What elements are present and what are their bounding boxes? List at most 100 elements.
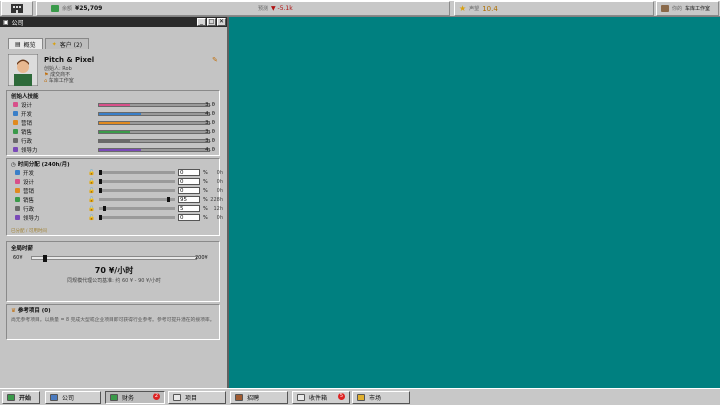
taskbar-label: 开始 [19,395,32,402]
minimize-button[interactable]: _ [197,18,206,26]
taskbar: 开始 公司 财务 2 项目 招聘 收件箱 5 市场 [0,388,720,405]
lock-icon[interactable]: 🔓 [88,188,95,194]
allocation-label: 设计 [23,179,35,186]
allocation-row: 行政 🔒 5 % 12h [15,205,223,213]
skill-bar [98,120,210,125]
cash-icon [51,5,59,12]
percent-sign: % [203,178,208,185]
skill-bar [98,138,210,143]
allocation-input[interactable]: 0 [178,187,200,194]
app-logo-button[interactable] [1,1,33,16]
chart-icon: ▤ [15,40,21,48]
rate-slider-thumb[interactable] [43,255,48,262]
forecast-label: 预测 [258,6,269,12]
skill-label: 领导力 [21,147,38,154]
allocation-slider-thumb[interactable] [102,206,106,211]
founder-skills-panel: 创始人技能 设计 3.0 开发 4.0 营销 3.0 销售 3.0 行政 3.0… [6,90,220,156]
taskbar-app-icon [50,394,58,401]
skill-value: 3.0 [205,101,215,108]
taskbar-button[interactable]: 收件箱 5 [292,391,350,404]
allocation-input[interactable]: 5 [178,205,200,212]
company-name: Pitch & Pixel [44,56,95,64]
studio-name: 车库工作室 [685,6,711,12]
tab-clients[interactable]: ✦ 客户 (2) [44,38,90,49]
folder-icon [13,138,18,143]
money-value: ¥25,709 [75,5,103,12]
lock-icon[interactable]: 🔓 [88,170,95,176]
taskbar-label: 项目 [185,395,198,402]
allocation-hours: 0h [216,214,223,221]
skill-bar [98,111,210,116]
percent-sign: % [203,214,208,221]
client-icon: ✦ [51,40,57,48]
allocation-row: 营销 🔓 0 % 0h [15,187,223,195]
taskbar-label: 市场 [369,395,382,402]
taskbar-button[interactable]: 项目 [168,391,226,404]
allocation-slider[interactable] [99,188,175,193]
percent-sign: % [203,169,208,176]
company-header: Pitch & Pixel 创始人: Rob ⚑ 成交商不 ⌂ 车库工作室 ✎ [8,54,220,88]
allocation-hours: 0h [216,187,223,194]
taskbar-button[interactable]: 市场 [352,391,410,404]
rate-slider[interactable] [31,255,197,262]
tab-bar: ▤ 概览 ✦ 客户 (2) [8,38,91,49]
rate-benchmark: 同规模代理公司基准: 约 60 ¥ - 90 ¥/小时 [67,278,161,284]
allocation-row: 开发 🔓 0 % 0h [15,169,223,177]
skill-bar-fill [99,139,130,142]
skills-title: 创始人技能 [11,94,39,100]
handshake-icon [13,129,18,134]
allocation-slider-thumb[interactable] [99,188,102,193]
category-icon [15,206,20,211]
allocation-hours: 0h [216,178,223,185]
star-icon: ★ [459,4,467,13]
tab-overview[interactable]: ▤ 概览 [8,38,43,49]
allocation-input[interactable]: 0 [178,169,200,176]
category-icon [15,215,20,220]
taskbar-button[interactable]: 财务 2 [105,391,165,404]
taskbar-button[interactable]: 招聘 [230,391,288,404]
allocation-slider[interactable] [99,179,175,184]
status-line-2: ⌂ 车库工作室 [44,78,74,84]
edit-icon[interactable]: ✎ [212,56,218,64]
allocation-slider[interactable] [99,215,175,220]
allocation-input[interactable]: 0 [178,214,200,221]
skill-bar-fill [99,112,141,115]
close-button[interactable]: ✕ [217,18,226,26]
allocation-title: ◷ 时间分配 (240h/月) [11,162,70,168]
allocation-slider-thumb[interactable] [99,215,102,220]
lock-icon[interactable]: 🔒 [88,206,95,212]
allocation-input[interactable]: 95 [178,196,200,203]
skill-row: 营销 3.0 [13,119,219,127]
references-panel: ♛ 参考项目 (0) 尚无参考项目。以质量 = 8 完成大型或企业项目即可获得行… [6,304,220,340]
founder-avatar [8,54,38,86]
allocation-slider[interactable] [99,206,175,211]
studio-display[interactable]: 你的 车库工作室 [656,1,719,16]
window-title-bar[interactable]: ▣ 公司 _ □ ✕ [0,17,227,27]
lock-icon[interactable]: 🔓 [88,197,95,203]
taskbar-app-icon [110,394,118,401]
maximize-button[interactable]: □ [207,18,216,26]
taskbar-button[interactable]: 开始 [2,391,40,404]
allocation-hours: 0h [216,169,223,176]
allocation-slider-thumb[interactable] [99,170,102,175]
forecast-value: ▼ -5.1k [271,5,293,12]
skill-row: 设计 3.0 [13,101,219,109]
allocation-label: 开发 [23,170,35,177]
lock-icon[interactable]: 🔓 [88,215,95,221]
allocation-input[interactable]: 0 [178,178,200,185]
taskbar-label: 收件箱 [309,395,328,402]
clock-icon: ◷ [11,162,16,168]
allocation-label: 行政 [23,206,35,213]
allocation-hours: 228h [210,196,223,203]
allocation-slider[interactable] [99,197,175,202]
allocation-slider-thumb[interactable] [167,197,171,202]
allocation-slider[interactable] [99,170,175,175]
reputation-display: ★ 声望 10.4 [454,1,654,16]
time-allocation-panel: ◷ 时间分配 (240h/月) 开发 🔓 0 % 0h 设计 🔓 0 % 0h … [6,158,223,236]
star-icon [13,147,18,152]
taskbar-button[interactable]: 公司 [45,391,101,404]
allocation-slider-thumb[interactable] [99,179,102,184]
percent-sign: % [203,205,208,212]
skill-label: 设计 [21,102,33,109]
lock-icon[interactable]: 🔓 [88,179,95,185]
